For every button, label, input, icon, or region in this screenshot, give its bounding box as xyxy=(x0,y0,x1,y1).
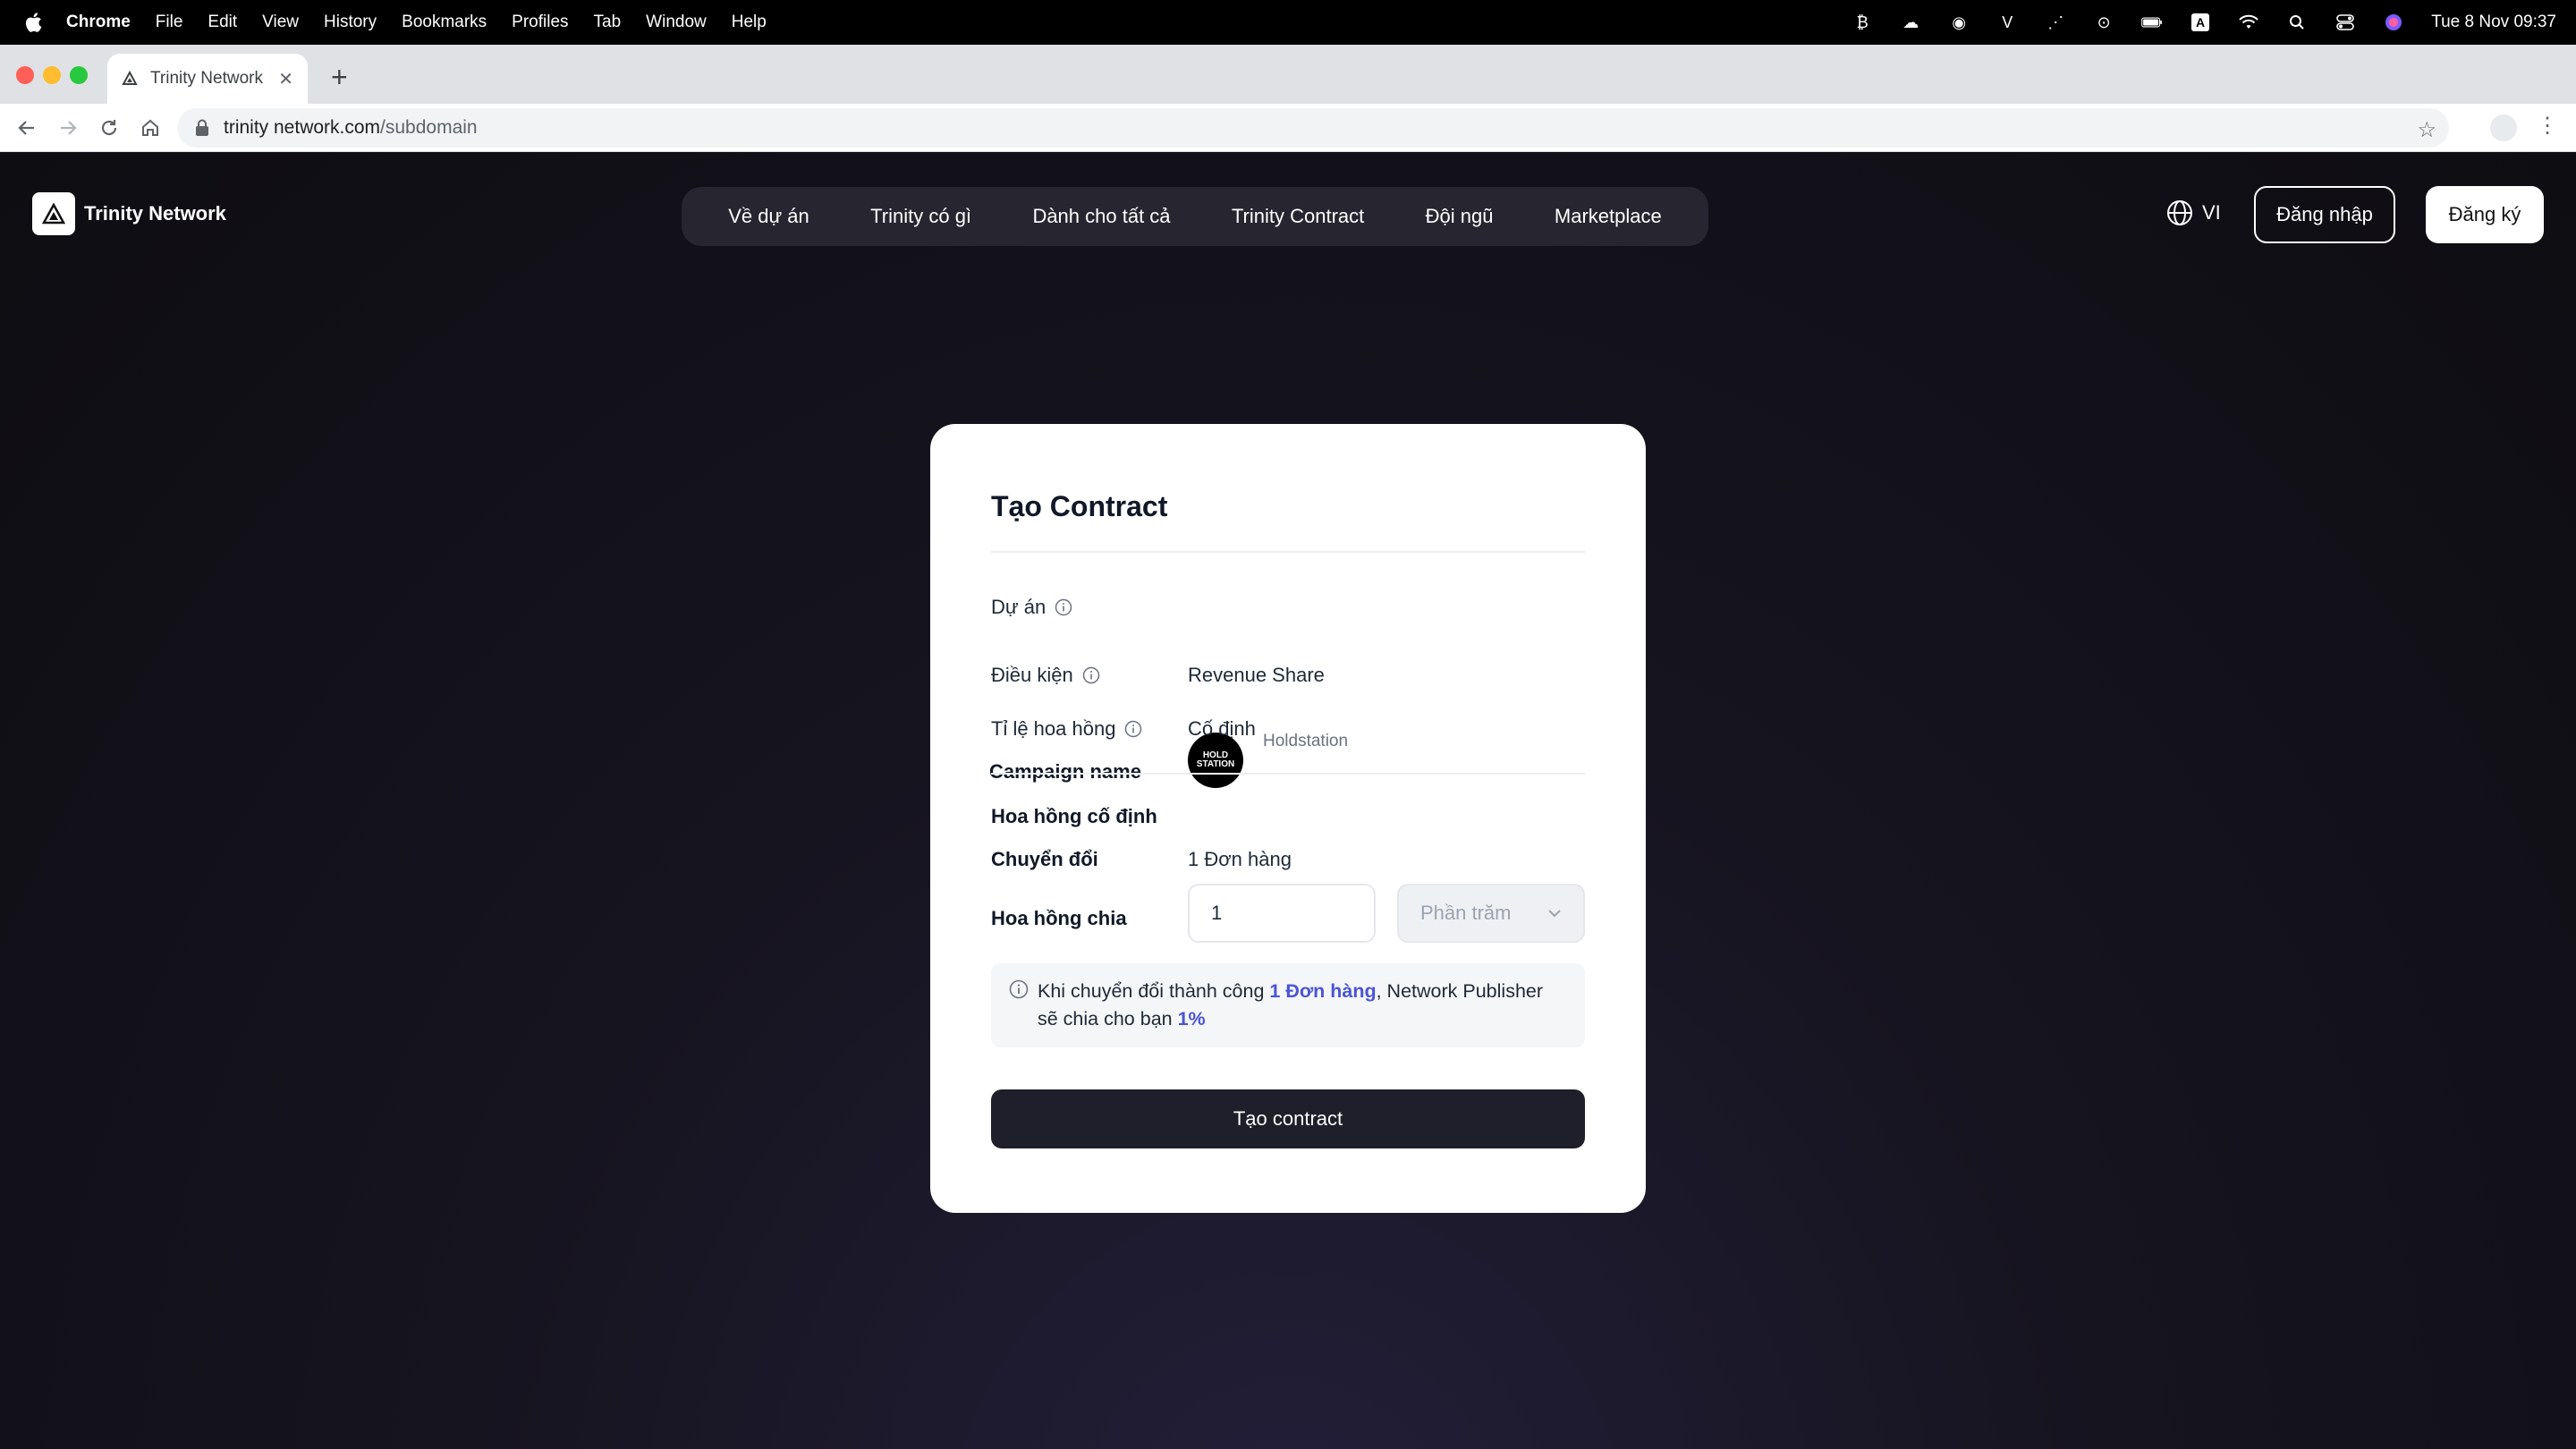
info-icon[interactable] xyxy=(1082,666,1100,684)
condition-value: Revenue Share xyxy=(1188,664,1325,686)
tab-favicon-icon xyxy=(122,71,138,85)
forward-arrow-icon[interactable] xyxy=(55,115,80,140)
crypto-status-icon[interactable]: ₿ xyxy=(1852,12,1873,33)
project-label: Dự án xyxy=(991,596,1046,618)
signup-button[interactable]: Đăng ký xyxy=(2426,186,2544,243)
project-org: Holdstation xyxy=(1263,732,1349,750)
profile-avatar-icon[interactable] xyxy=(2490,114,2517,141)
conversion-label: Chuyển đổi xyxy=(991,848,1098,870)
browser-tab-strip: Trinity Network ✕ + xyxy=(0,45,2576,104)
reload-icon[interactable] xyxy=(97,115,122,140)
menu-file[interactable]: File xyxy=(156,13,183,32)
spotlight-search-icon[interactable] xyxy=(2286,12,2308,33)
menu-view[interactable]: View xyxy=(262,13,299,32)
menu-help[interactable]: Help xyxy=(732,13,767,32)
info-icon[interactable] xyxy=(1055,598,1072,616)
url-host: trinity network.com xyxy=(224,117,381,138)
page-content: Trinity Network Về dự án Trinity có gì D… xyxy=(0,153,2576,1449)
battery-icon[interactable] xyxy=(2141,12,2163,33)
clock-status-icon[interactable]: ◉ xyxy=(1948,12,1970,33)
nav-trinity-contract[interactable]: Trinity Contract xyxy=(1232,205,1364,228)
bookmark-star-icon[interactable]: ☆ xyxy=(2417,117,2436,143)
condition-label-row: Điều kiện xyxy=(991,664,1100,687)
commission-label: Hoa hồng chia xyxy=(991,907,1127,929)
address-bar[interactable]: trinity network.com/subdomain ☆ xyxy=(177,108,2449,148)
main-navigation: Về dự án Trinity có gì Dành cho tất cả T… xyxy=(682,187,1708,246)
keyboard-input-icon[interactable]: A xyxy=(2190,12,2211,33)
project-logo-text: HOLD STATION xyxy=(1196,750,1235,769)
browser-toolbar: trinity network.com/subdomain ☆ ⋮ xyxy=(0,104,2576,152)
menu-window[interactable]: Window xyxy=(646,13,707,32)
home-icon[interactable] xyxy=(138,115,163,140)
language-code: VI xyxy=(2202,201,2221,224)
notice-highlight-rate: 1% xyxy=(1177,1008,1206,1030)
project-name: Campaign name xyxy=(989,760,1141,783)
trinity-logo-icon xyxy=(32,192,75,235)
notice-text-part3: sẽ chia cho bạn xyxy=(1038,1008,1178,1030)
notice-text-part2: , Network Publisher xyxy=(1376,980,1544,1002)
login-button[interactable]: Đăng nhập xyxy=(2254,186,2395,243)
lock-icon[interactable] xyxy=(195,119,209,137)
commission-notice: Khi chuyển đổi thành công 1 Đơn hàng, Ne… xyxy=(991,963,1585,1047)
site-brand[interactable]: Trinity Network xyxy=(32,192,226,235)
menu-bookmarks[interactable]: Bookmarks xyxy=(402,13,487,32)
unit-select[interactable]: Phần trăm xyxy=(1397,884,1585,943)
url-path: /subdomain xyxy=(380,117,478,138)
window-close-button[interactable] xyxy=(16,66,34,84)
nav-trinity-co-gi[interactable]: Trinity có gì xyxy=(870,205,971,228)
nav-danh-cho-tat-ca[interactable]: Dành cho tất cả xyxy=(1032,205,1170,228)
title-divider xyxy=(991,551,1585,553)
macos-menu-bar: Chrome File Edit View History Bookmarks … xyxy=(0,0,2576,45)
nav-marketplace[interactable]: Marketplace xyxy=(1555,205,1662,228)
menu-clock[interactable]: Tue 8 Nov 09:37 xyxy=(2431,13,2556,32)
create-contract-button[interactable]: Tạo contract xyxy=(991,1089,1585,1148)
nav-ve-du-an[interactable]: Về dự án xyxy=(728,205,809,228)
notice-highlight-conversion: 1 Đơn hàng xyxy=(1269,980,1377,1002)
card-title: Tạo Contract xyxy=(991,490,1168,522)
menu-edit[interactable]: Edit xyxy=(208,13,237,32)
info-icon xyxy=(1009,979,1029,999)
window-zoom-button[interactable] xyxy=(70,66,88,84)
siri-icon[interactable] xyxy=(2383,12,2404,33)
section-divider xyxy=(991,773,1585,775)
unit-select-placeholder: Phần trăm xyxy=(1420,902,1512,924)
project-logo: HOLD STATION xyxy=(1188,733,1243,788)
apple-logo-icon[interactable] xyxy=(23,12,43,33)
nav-doi-ngu[interactable]: Đội ngũ xyxy=(1426,205,1494,228)
menu-app-name[interactable]: Chrome xyxy=(66,13,131,32)
section-title: Hoa hồng cố định xyxy=(991,805,1157,827)
svg-text:A: A xyxy=(2196,15,2205,30)
activity-status-icon[interactable]: ⋰ xyxy=(2045,12,2066,33)
create-contract-card: Tạo Contract Dự án HOLD STATION Holdstati… xyxy=(930,424,1646,1213)
v-app-status-icon[interactable]: V xyxy=(1996,12,2018,33)
more-options-icon[interactable]: ⋮ xyxy=(2537,113,2558,139)
chevron-down-icon xyxy=(1548,910,1561,918)
play-status-icon[interactable]: ⊙ xyxy=(2093,12,2114,33)
menu-history[interactable]: History xyxy=(324,13,377,32)
tab-title: Trinity Network xyxy=(150,69,263,88)
notice-text: Khi chuyển đổi thành công 1 Đơn hàng, Ne… xyxy=(1038,978,1543,1047)
globe-icon xyxy=(2167,200,2192,225)
project-label-row: Dự án xyxy=(991,596,1072,619)
rate-label-row: Tỉ lệ hoa hồng xyxy=(991,717,1142,741)
rate-value: Cố định xyxy=(1188,717,1256,740)
cloud-sync-status-icon[interactable]: ☁ xyxy=(1900,12,1921,33)
menu-tab[interactable]: Tab xyxy=(594,13,622,32)
condition-label: Điều kiện xyxy=(991,664,1073,686)
back-arrow-icon[interactable] xyxy=(14,115,39,140)
browser-tab[interactable]: Trinity Network ✕ xyxy=(107,54,308,104)
commission-input[interactable]: 1 xyxy=(1188,884,1376,943)
menu-profiles[interactable]: Profiles xyxy=(512,13,568,32)
language-switcher[interactable]: VI xyxy=(2166,199,2221,226)
conversion-value: 1 Đơn hàng xyxy=(1188,848,1292,870)
info-icon[interactable] xyxy=(1124,720,1142,738)
tab-close-icon[interactable]: ✕ xyxy=(278,68,293,90)
wifi-icon[interactable] xyxy=(2238,12,2259,33)
brand-name: Trinity Network xyxy=(84,202,226,225)
notice-text-part1: Khi chuyển đổi thành công xyxy=(1038,980,1270,1002)
control-center-icon[interactable] xyxy=(2334,12,2356,33)
rate-label: Tỉ lệ hoa hồng xyxy=(991,717,1116,740)
window-minimize-button[interactable] xyxy=(43,66,61,84)
new-tab-button[interactable]: + xyxy=(331,63,348,91)
